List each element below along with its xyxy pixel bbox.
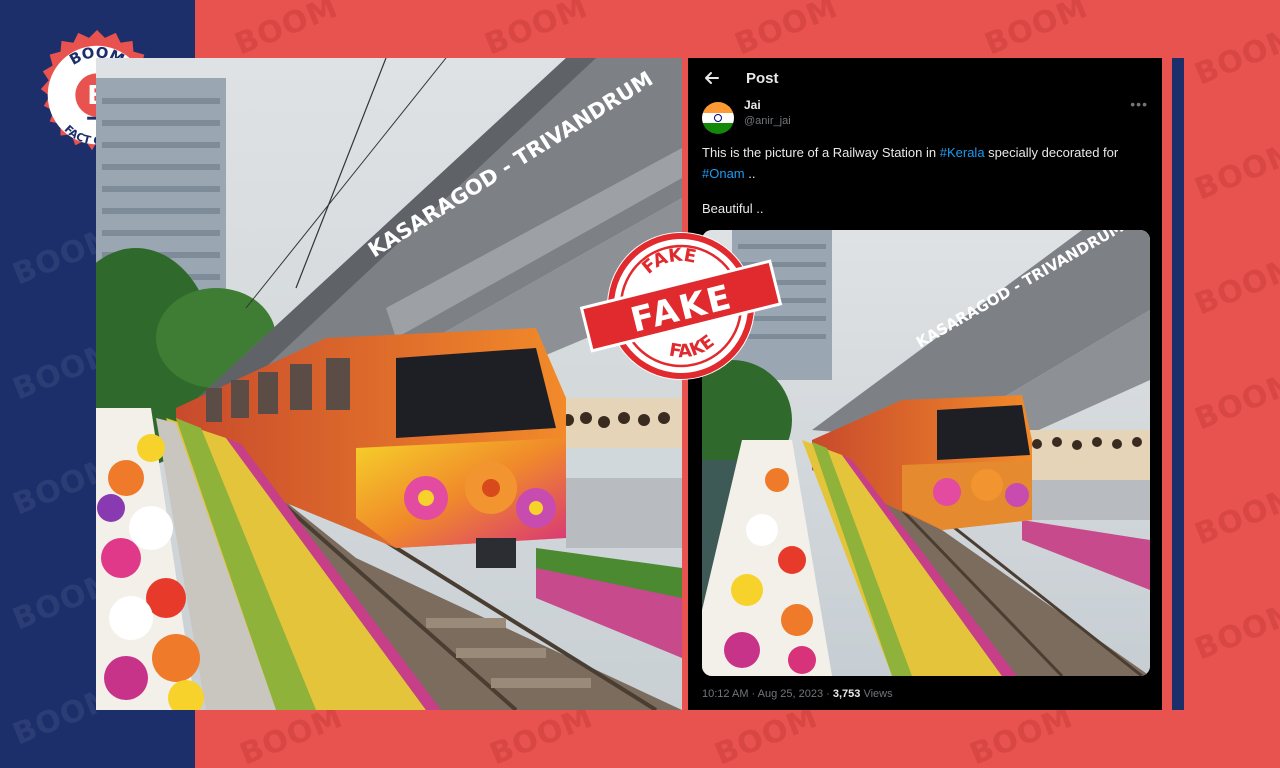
views-label: Views xyxy=(860,688,893,700)
watermark-text: BOOM xyxy=(980,0,1094,63)
hashtag-link[interactable]: #Kerala xyxy=(940,145,985,160)
more-options-icon[interactable]: ••• xyxy=(1130,96,1148,112)
views-count: 3,753 xyxy=(832,688,861,700)
tweet-timestamp[interactable]: 10:12 AM · Aug 25, 2023 · xyxy=(702,688,833,700)
fake-stamp: FAKE FAKE FAKE xyxy=(579,224,783,388)
watermark-text: BOOM xyxy=(1190,479,1280,553)
tweet-text-part: This is the picture of a Railway Station… xyxy=(702,145,940,160)
tweet-header: Post xyxy=(688,58,1162,100)
back-arrow-icon[interactable] xyxy=(702,68,722,88)
tweet-meta: 10:12 AM · Aug 25, 2023 · 3,753 Views xyxy=(702,688,893,700)
author-name[interactable]: Jai xyxy=(744,98,761,112)
tweet-text-part: .. xyxy=(744,166,756,181)
hashtag-link[interactable]: #Onam xyxy=(702,166,745,181)
avatar[interactable] xyxy=(702,102,734,134)
watermark-text: BOOM xyxy=(1190,249,1280,323)
watermark-text: BOOM xyxy=(480,0,594,63)
tweet-text: This is the picture of a Railway Station… xyxy=(702,142,1152,219)
tweet-text-line: Beautiful .. xyxy=(702,201,764,216)
tweet-text-part: specially decorated for xyxy=(984,145,1119,160)
watermark-text: BOOM xyxy=(1190,19,1280,93)
watermark-text: BOOM xyxy=(230,0,344,63)
post-title: Post xyxy=(746,70,779,87)
watermark-text: BOOM xyxy=(730,0,844,63)
watermark-text: BOOM xyxy=(1190,594,1280,668)
right-stripe xyxy=(1172,58,1184,710)
author-handle[interactable]: @anir_jai xyxy=(744,115,791,127)
watermark-text: BOOM xyxy=(1190,134,1280,208)
watermark-text: BOOM xyxy=(1190,364,1280,438)
